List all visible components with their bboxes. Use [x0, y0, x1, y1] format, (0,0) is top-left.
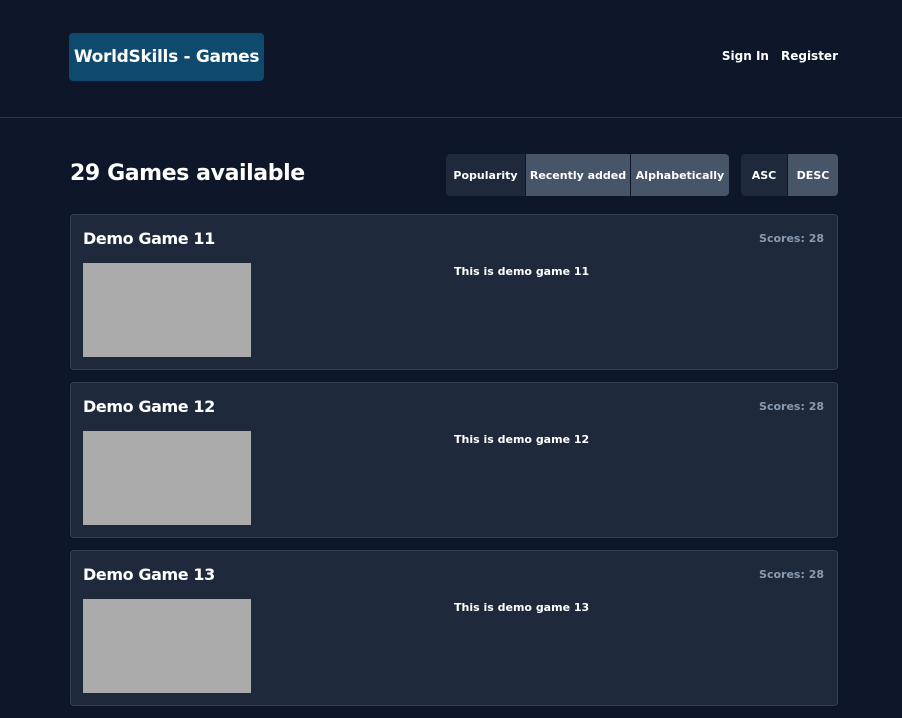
game-score-count: Scores: 28	[759, 568, 824, 581]
game-description: This is demo game 12	[454, 433, 590, 446]
sort-popularity-button[interactable]: Popularity	[446, 154, 525, 196]
games-count-title: 29 Games available	[70, 161, 305, 186]
game-card[interactable]: Demo Game 12 Scores: 28 This is demo gam…	[70, 382, 838, 538]
game-score-count: Scores: 28	[759, 400, 824, 413]
game-thumbnail	[83, 599, 251, 693]
game-card[interactable]: Demo Game 11 Scores: 28 This is demo gam…	[70, 214, 838, 370]
sign-in-link[interactable]: Sign In	[722, 49, 769, 63]
game-card[interactable]: Demo Game 13 Scores: 28 This is demo gam…	[70, 550, 838, 706]
top-header: WorldSkills - Games Sign In Register	[0, 0, 902, 118]
sort-button-group: Popularity Recently added Alphabetically	[446, 154, 729, 196]
game-description: This is demo game 13	[454, 601, 590, 614]
game-thumbnail	[83, 263, 251, 357]
game-title: Demo Game 13	[83, 565, 215, 584]
sort-asc-button[interactable]: ASC	[741, 154, 787, 196]
game-title: Demo Game 11	[83, 229, 215, 248]
games-toolbar: 29 Games available Popularity Recently a…	[70, 154, 838, 196]
brand-label: WorldSkills - Games	[73, 47, 260, 67]
game-description: This is demo game 11	[454, 265, 590, 278]
sort-recently-added-button[interactable]: Recently added	[525, 154, 630, 196]
register-link[interactable]: Register	[781, 49, 838, 63]
brand-logo-link[interactable]: WorldSkills - Games	[69, 33, 264, 81]
game-thumbnail	[83, 431, 251, 525]
sort-alphabetically-button[interactable]: Alphabetically	[630, 154, 729, 196]
games-list: Demo Game 11 Scores: 28 This is demo gam…	[70, 214, 838, 718]
sort-desc-button[interactable]: DESC	[787, 154, 838, 196]
auth-nav: Sign In Register	[722, 49, 838, 63]
game-title: Demo Game 12	[83, 397, 215, 416]
game-score-count: Scores: 28	[759, 232, 824, 245]
direction-button-group: ASC DESC	[741, 154, 838, 196]
